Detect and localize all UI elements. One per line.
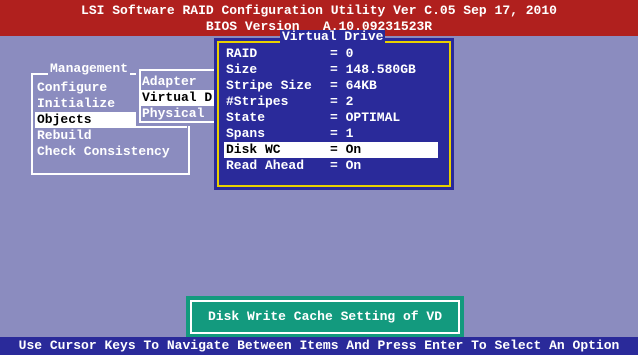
property-value: = 1 xyxy=(330,126,354,141)
property-label: Stripe Size xyxy=(226,78,312,93)
menu-item-rebuild[interactable]: Rebuild xyxy=(35,128,187,144)
hint-text: Disk Write Cache Setting of VD xyxy=(190,300,460,334)
property-stripe-size[interactable]: Stripe Size = 64KB xyxy=(224,78,438,94)
property-value: = On xyxy=(330,158,362,173)
property-spans[interactable]: Spans = 1 xyxy=(224,126,438,142)
status-bar: Use Cursor Keys To Navigate Between Item… xyxy=(0,337,638,355)
property-value: = 2 xyxy=(330,94,354,109)
property-label: #Stripes xyxy=(226,94,289,109)
property-read-ahead[interactable]: Read Ahead = On xyxy=(224,158,438,174)
management-menu-title: Management xyxy=(48,61,131,76)
virtual-drive-properties: RAID = 0 Size = 148.580GB Stripe Size = 64K… xyxy=(224,46,438,174)
property-label: State xyxy=(226,110,266,125)
property-disk-wc[interactable]: Disk WC = On xyxy=(224,142,438,158)
property-label: Size xyxy=(226,62,258,77)
property-raid[interactable]: RAID = 0 xyxy=(224,46,438,62)
app-title: LSI Software RAID Configuration Utility … xyxy=(81,3,557,18)
property-stripes[interactable]: #Stripes = 2 xyxy=(224,94,438,110)
property-value: = 148.580GB xyxy=(330,62,416,77)
property-size[interactable]: Size = 148.580GB xyxy=(224,62,438,78)
menu-item-check-consistency[interactable]: Check Consistency xyxy=(35,144,187,160)
property-value: = 0 xyxy=(330,46,354,61)
property-label: Read Ahead xyxy=(226,158,305,173)
property-label: Disk WC xyxy=(226,142,281,157)
property-value: = 64KB xyxy=(330,78,377,93)
property-label: Spans xyxy=(226,126,266,141)
virtual-drive-title: Virtual Drive xyxy=(280,29,386,44)
virtual-drive-dialog: Virtual Drive RAID = 0 Size = 148.580GB St… xyxy=(214,30,454,190)
property-value: = On xyxy=(330,142,362,157)
hint-box: Disk Write Cache Setting of VD xyxy=(186,296,464,338)
property-value: = OPTIMAL xyxy=(330,110,401,125)
property-state[interactable]: State = OPTIMAL xyxy=(224,110,438,126)
property-label: RAID xyxy=(226,46,258,61)
